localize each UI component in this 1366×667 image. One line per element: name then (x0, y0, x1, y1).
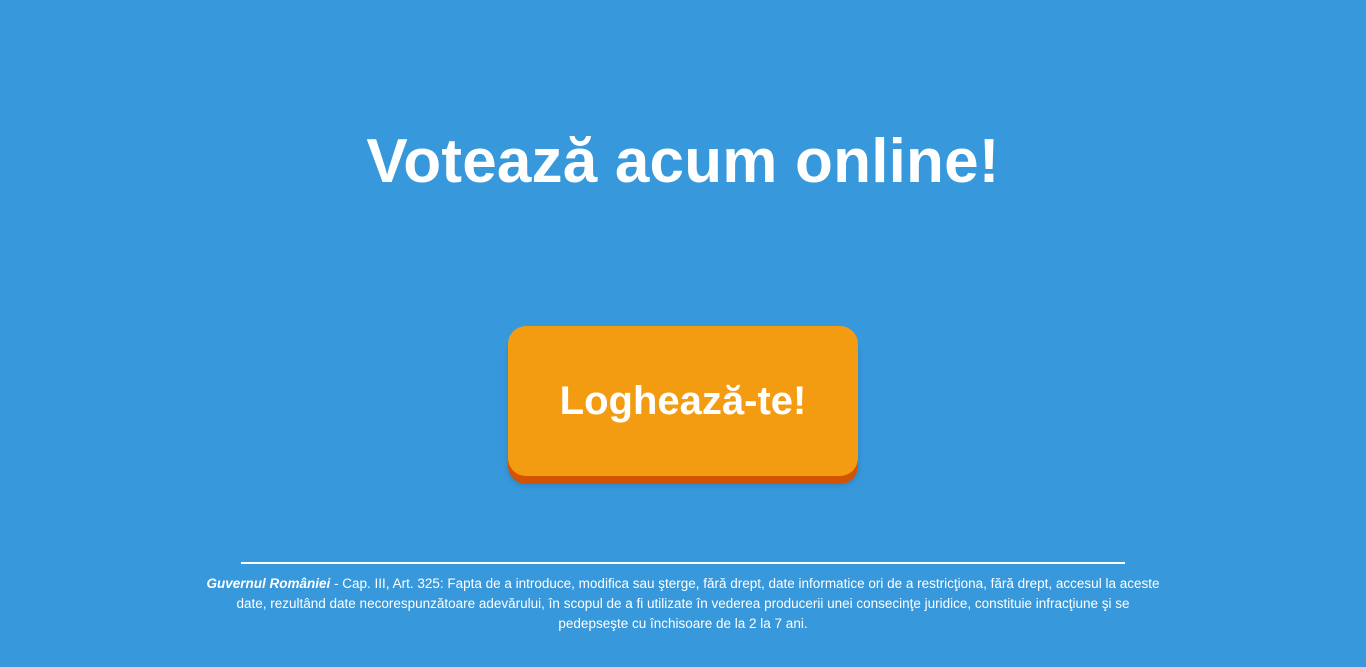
page: Votează acum online! Loghează-te! Guvern… (0, 0, 1366, 667)
legal-notice: Guvernul României - Cap. III, Art. 325: … (203, 574, 1163, 634)
page-headline: Votează acum online! (366, 127, 1000, 196)
footer-divider (241, 562, 1125, 564)
legal-notice-text: - Cap. III, Art. 325: Fapta de a introdu… (236, 576, 1160, 631)
login-button[interactable]: Loghează-te! (508, 326, 858, 476)
legal-source: Guvernul României (206, 576, 331, 591)
